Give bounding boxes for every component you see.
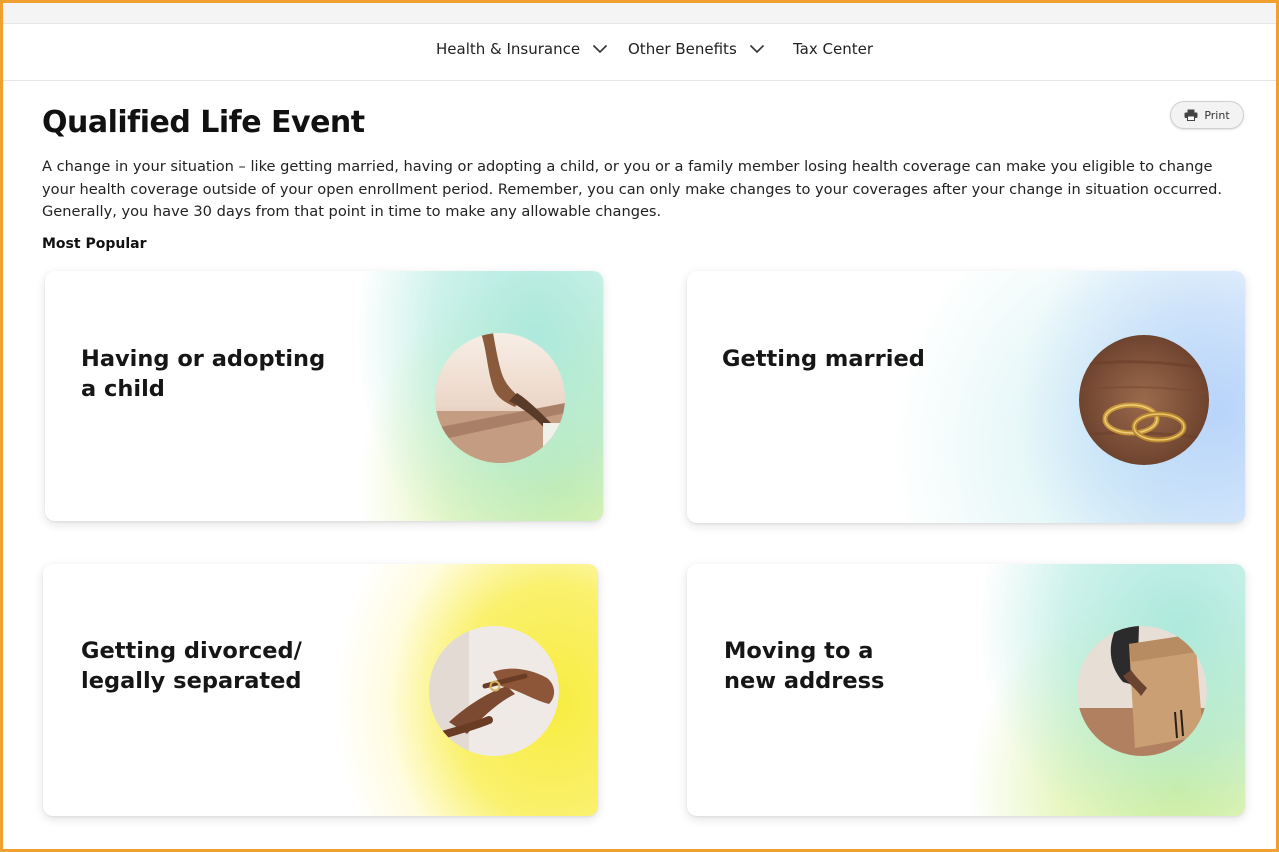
nav-item-label: Tax Center <box>793 40 874 58</box>
intro-text: A change in your situation – like gettin… <box>42 158 1223 220</box>
nav-item-label: Health & Insurance <box>436 40 581 58</box>
nav-tax-center[interactable]: Tax Center <box>793 40 873 58</box>
chevron-down-icon <box>593 44 608 54</box>
card-title: Getting married <box>722 346 925 372</box>
card-getting-married[interactable]: Getting married <box>687 271 1245 523</box>
print-label: Print <box>1204 108 1230 122</box>
moving-box-photo <box>1077 626 1207 756</box>
printer-icon <box>1184 109 1198 121</box>
card-getting-divorced-legally-separated[interactable]: Getting divorced/ legally separated <box>43 564 598 816</box>
page-title: Qualified Life Event <box>42 105 365 140</box>
card-title: Having or adopting a child <box>81 346 326 402</box>
removing-ring-photo <box>429 626 559 756</box>
holding-hands-photo <box>435 333 565 463</box>
print-button[interactable]: Print <box>1170 101 1244 129</box>
nav-item-label: Other Benefits <box>628 40 737 58</box>
chevron-down-icon <box>749 44 764 54</box>
card-title: Getting divorced/ legally separated <box>81 638 302 694</box>
nav-other-benefits[interactable]: Other Benefits <box>628 40 765 58</box>
main-nav: Health & Insurance Other Benefits Tax Ce… <box>3 24 1276 81</box>
nav-health-insurance[interactable]: Health & Insurance <box>436 40 608 58</box>
app-frame: Health & Insurance Other Benefits Tax Ce… <box>0 0 1279 852</box>
card-title: Moving to a new address <box>724 638 885 694</box>
top-strip <box>3 3 1276 24</box>
card-moving-to-a-new-address[interactable]: Moving to a new address <box>687 564 1245 816</box>
section-label-most-popular: Most Popular <box>42 236 147 252</box>
wedding-rings-photo <box>1079 335 1209 465</box>
card-having-or-adopting-a-child[interactable]: Having or adopting a child <box>45 271 603 521</box>
